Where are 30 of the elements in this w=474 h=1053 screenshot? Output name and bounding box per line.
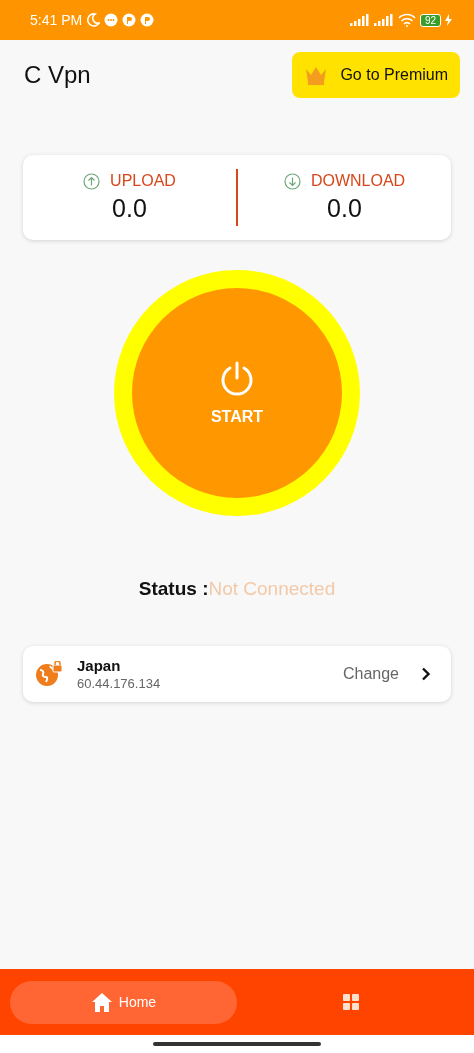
moon-icon (86, 13, 101, 27)
status-value: Not Connected (208, 578, 336, 599)
home-tab[interactable]: Home (10, 980, 237, 1024)
app-icon (122, 13, 137, 27)
server-ip: 60.44.176.134 (77, 676, 162, 691)
signal-icon (373, 14, 394, 26)
change-link[interactable]: Change (342, 665, 399, 683)
server-card[interactable]: Japan 60.44.176.134 Change (23, 646, 451, 702)
arrow-down-icon (283, 172, 301, 190)
chevron-right-icon (421, 667, 431, 681)
app-icon (140, 13, 155, 27)
arrow-up-icon (83, 172, 101, 190)
battery-icon: 92 (419, 13, 441, 27)
premium-button[interactable]: Go to Premium (292, 52, 460, 98)
stat-value: 0.0 (112, 194, 147, 223)
home-icon (90, 992, 113, 1012)
globe-lock-icon (35, 661, 63, 687)
chat-icon (104, 13, 119, 27)
server-name: Japan (77, 657, 122, 674)
signal-icon (349, 14, 370, 26)
app-title: C Vpn (24, 61, 91, 89)
crown-icon (304, 65, 329, 85)
stat-value: 0.0 (327, 194, 362, 223)
status-label: Status : (138, 578, 209, 599)
stat-label: DOWNLOAD (310, 172, 406, 190)
status-time: 5:41 PM (30, 12, 83, 28)
grid-icon (342, 994, 359, 1010)
stat-label: UPLOAD (110, 172, 176, 190)
charging-icon (445, 14, 452, 26)
wifi-icon (397, 13, 416, 27)
